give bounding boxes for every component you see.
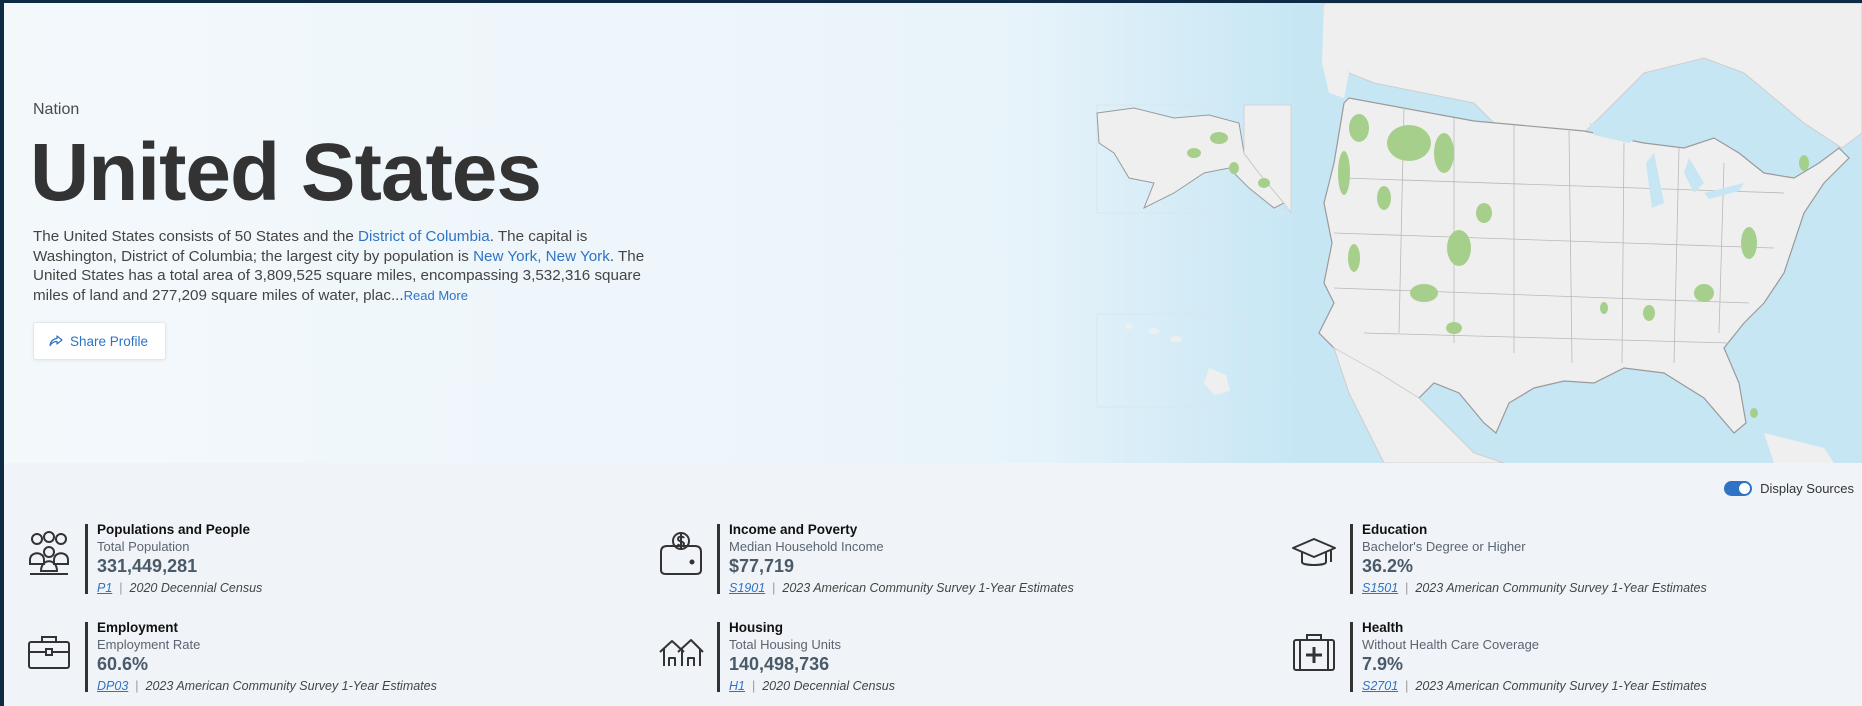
description-text-1: The United States consists of 50 States …	[33, 228, 359, 245]
stat-value: 331,449,281	[97, 556, 198, 576]
profile-page: Nation United States The United States c…	[4, 3, 1862, 706]
share-icon	[49, 335, 63, 347]
source-name: 2023 American Community Survey 1-Year Es…	[1415, 581, 1707, 595]
stat-value: 60.6%	[97, 654, 149, 674]
stat-housing: Housing Total Housing Units 140,498,736 …	[658, 619, 1278, 702]
stat-source: S1901 | 2023 American Community Survey 1-Y…	[729, 579, 1074, 597]
source-separator: |	[135, 679, 139, 693]
stat-category: Income and Poverty	[729, 522, 858, 537]
stat-source: S1501 | 2023 American Community Survey 1-Y…	[1362, 579, 1707, 597]
stat-value: 140,498,736	[729, 654, 830, 674]
stat-value: 7.9%	[1362, 654, 1404, 674]
briefcase-icon	[28, 636, 70, 669]
stat-value: $77,719	[729, 556, 795, 576]
hero-text: Nation United States The United States c…	[30, 101, 673, 360]
stat-category: Education	[1362, 522, 1428, 537]
source-name: 2023 American Community Survey 1-Year Es…	[145, 679, 437, 693]
display-sources-toggle[interactable]	[1724, 481, 1753, 496]
stat-populations-and-people: Populations and People Total Population …	[26, 521, 646, 604]
houses-icon	[659, 639, 704, 666]
source-name: 2020 Decennial Census	[129, 581, 263, 595]
district-of-columbia-link[interactable]: District of Columbia	[358, 228, 490, 245]
source-name: 2023 American Community Survey 1-Year Es…	[1415, 679, 1707, 693]
source-name: 2023 American Community Survey 1-Year Es…	[782, 581, 1074, 595]
medical-kit-icon	[1293, 634, 1335, 671]
stat-divider	[1350, 622, 1353, 692]
stat-category: Populations and People	[97, 522, 251, 537]
stat-category: Housing	[729, 620, 783, 635]
share-profile-button[interactable]: Share Profile	[33, 322, 167, 360]
stat-source: P1 | 2020 Decennial Census	[97, 579, 262, 597]
hero-section: Nation United States The United States c…	[4, 3, 1862, 463]
stat-divider	[85, 622, 88, 692]
display-sources-label: Display Sources	[1760, 481, 1854, 496]
stat-label: Median Household Income	[729, 539, 884, 554]
stat-label: Without Health Care Coverage	[1362, 637, 1540, 652]
income-wallet-icon	[660, 532, 702, 575]
geo-level-label: Nation	[33, 101, 80, 118]
source-separator: |	[1405, 679, 1409, 693]
stat-body: Employment Employment Rate 60.6% DP03 | 20…	[97, 619, 437, 695]
table-code-link[interactable]: DP03	[97, 679, 128, 693]
source-separator: |	[119, 581, 123, 595]
stat-divider	[85, 524, 88, 594]
stat-employment: Employment Employment Rate 60.6% DP03 | 20…	[26, 619, 646, 702]
stat-divider	[717, 622, 720, 692]
table-code-link[interactable]: S1501	[1362, 581, 1398, 595]
stat-divider	[717, 524, 720, 594]
source-name: 2020 Decennial Census	[762, 679, 895, 693]
stat-category: Employment	[97, 620, 179, 635]
read-more-link[interactable]: Read More	[404, 288, 468, 303]
source-separator: |	[751, 679, 756, 693]
display-sources-toggle-group: Display Sources	[1724, 481, 1854, 496]
stat-body: Housing Total Housing Units 140,498,736 …	[729, 619, 895, 695]
source-separator: |	[772, 581, 776, 595]
stat-divider	[1350, 524, 1353, 594]
stat-label: Total Housing Units	[729, 637, 841, 652]
table-code-link[interactable]: P1	[97, 581, 112, 595]
stat-body: Health Without Health Care Coverage 7.9%…	[1362, 619, 1707, 695]
table-code-link[interactable]: H1	[729, 679, 745, 693]
stat-label: Employment Rate	[97, 637, 201, 652]
stat-body: Income and Poverty Median Household Inco…	[729, 521, 1074, 597]
stat-health: Health Without Health Care Coverage 7.9%…	[1291, 619, 1862, 702]
stat-label: Total Population	[97, 539, 190, 554]
stat-education: Education Bachelor's Degree or Higher 36…	[1291, 521, 1862, 604]
stat-income-and-poverty: Income and Poverty Median Household Inco…	[658, 521, 1278, 604]
new-york-link[interactable]: New York, New York	[473, 248, 610, 265]
people-icon	[29, 531, 69, 575]
table-code-link[interactable]: S1901	[729, 581, 765, 595]
share-profile-label: Share Profile	[70, 333, 149, 349]
stat-body: Populations and People Total Population …	[97, 521, 262, 597]
stat-value: 36.2%	[1362, 556, 1414, 576]
page-title: United States	[30, 127, 542, 218]
table-code-link[interactable]: S2701	[1362, 679, 1398, 693]
stat-label: Bachelor's Degree or Higher	[1362, 539, 1526, 554]
stat-source: S2701 | 2023 American Community Survey 1-Y…	[1362, 677, 1707, 695]
source-separator: |	[1405, 581, 1409, 595]
stat-source: DP03 | 2023 American Community Survey 1-Ye…	[97, 677, 437, 695]
stat-source: H1 | 2020 Decennial Census	[729, 677, 895, 695]
graduation-cap-icon	[1292, 538, 1336, 566]
stat-body: Education Bachelor's Degree or Higher 36…	[1362, 521, 1707, 597]
stat-category: Health	[1362, 620, 1404, 635]
profile-description: The United States consists of 50 States …	[33, 227, 673, 305]
